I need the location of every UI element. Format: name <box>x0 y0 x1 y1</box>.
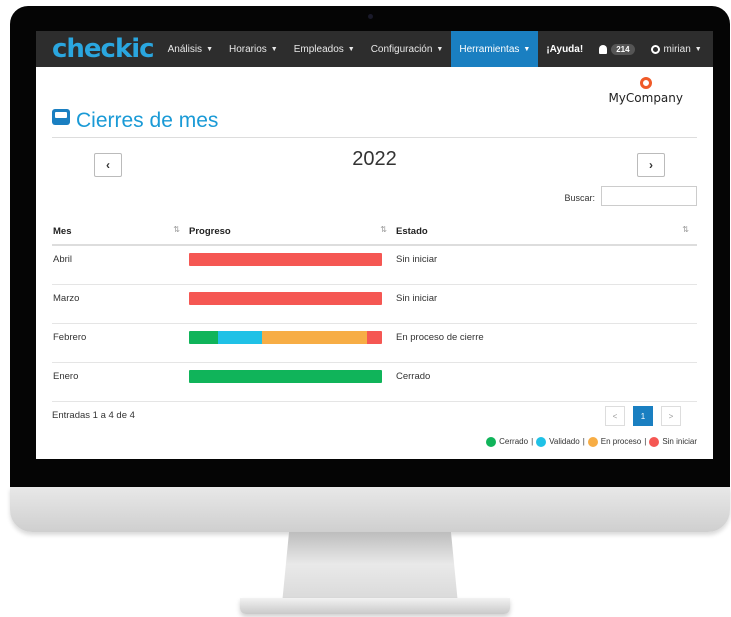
nav-item-configuracion[interactable]: Configuración ▼ <box>363 31 452 67</box>
caret-down-icon: ▼ <box>270 45 278 53</box>
sort-icon: ⇅ <box>380 225 387 234</box>
cell-mes: Febrero <box>52 323 188 363</box>
monitor-base <box>240 598 510 614</box>
caret-down-icon: ▼ <box>523 45 531 53</box>
caret-down-icon: ▼ <box>206 45 213 53</box>
caret-down-icon: ▼ <box>347 45 355 53</box>
cell-mes: Marzo <box>52 284 188 324</box>
nav-item-analisis[interactable]: Análisis ▼ <box>160 31 221 67</box>
user-icon <box>650 44 660 54</box>
progress-segment-sin_iniciar <box>366 330 382 344</box>
user-menu[interactable]: mirian ▼ <box>643 31 710 67</box>
months-table: Mes ⇅ Progreso ⇅ Estado ⇅ Abril Sin iniciar M… <box>52 218 697 402</box>
legend-separator: | <box>582 437 585 446</box>
progress-bar <box>189 291 382 305</box>
camera-dot <box>368 14 373 19</box>
sort-icon: ⇅ <box>173 225 180 234</box>
legend-separator: | <box>531 437 534 446</box>
navbar: checkic Análisis ▼ Horarios ▼ Empleados ▼ C… <box>36 31 713 67</box>
cell-progreso <box>188 323 395 363</box>
page-header: Cierres de mes MyCompany <box>52 67 697 138</box>
legend-dot-icon <box>649 436 660 447</box>
nav-item-herramientas[interactable]: Herramientas ▼ <box>451 31 539 67</box>
table-row[interactable]: Enero Cerrado <box>52 362 697 402</box>
nav-item-horarios[interactable]: Horarios ▼ <box>221 31 286 67</box>
table-row[interactable]: Febrero En proceso de cierre <box>52 323 697 363</box>
legend-label: Sin iniciar <box>662 437 697 446</box>
app-logo[interactable]: checkic <box>52 31 155 67</box>
notifications-button[interactable]: 214 <box>591 31 642 67</box>
cell-progreso <box>188 284 395 324</box>
legend-dot-icon <box>536 436 547 447</box>
table-row[interactable]: Marzo Sin iniciar <box>52 284 697 324</box>
search-row: Buscar: <box>52 186 697 216</box>
progress-segment-cerrado <box>189 330 218 344</box>
screen: checkic Análisis ▼ Horarios ▼ Empleados ▼ C… <box>36 31 713 459</box>
table-footer: Entradas 1 a 4 de 4 < 1 > Cerrado | Valida… <box>52 402 697 460</box>
year-label: 2022 <box>352 148 397 170</box>
search-label: Buscar: <box>564 193 595 203</box>
caret-down-icon: ▼ <box>436 45 444 53</box>
legend-dot-icon <box>486 436 497 447</box>
next-year-button[interactable]: › <box>637 153 665 177</box>
legend-label: Cerrado <box>499 437 529 446</box>
progress-segment-cerrado <box>189 369 382 383</box>
monitor-stand <box>282 532 458 604</box>
company-logo: MyCompany <box>608 77 683 107</box>
notifications-badge: 214 <box>611 43 635 55</box>
page-title: Cierres de mes <box>76 109 219 132</box>
table-row[interactable]: Abril Sin iniciar <box>52 245 697 285</box>
pager-prev-button[interactable]: < <box>605 405 625 426</box>
column-header-estado[interactable]: Estado ⇅ <box>395 218 697 246</box>
progress-bar <box>189 369 382 383</box>
entries-info: Entradas 1 a 4 de 4 <box>52 409 135 421</box>
year-selector: ‹ 2022 › <box>52 138 697 178</box>
progress-segment-validado <box>217 330 263 344</box>
progress-bar <box>189 330 382 344</box>
cell-estado: En proceso de cierre <box>395 323 697 363</box>
pagination: < 1 > <box>605 405 681 426</box>
legend-label: En proceso <box>600 437 642 446</box>
nav-item-empleados[interactable]: Empleados ▼ <box>286 31 363 67</box>
legend-dot-icon <box>587 436 598 447</box>
caret-down-icon: ▼ <box>694 45 702 53</box>
pager-next-button[interactable]: > <box>661 405 681 426</box>
column-header-progreso[interactable]: Progreso ⇅ <box>188 218 395 246</box>
legend-label: Validado <box>549 437 580 446</box>
cell-progreso <box>188 245 395 285</box>
company-name: MyCompany <box>608 91 683 105</box>
cell-mes: Enero <box>52 362 188 402</box>
pager-page-1[interactable]: 1 <box>633 405 653 426</box>
nav-item-ayuda[interactable]: ¡Ayuda! <box>538 31 591 67</box>
bell-icon <box>599 44 608 54</box>
cell-estado: Cerrado <box>395 362 697 402</box>
status-legend: Cerrado | Validado | En proceso | Sin iniciar <box>486 436 697 447</box>
swirl-icon <box>639 77 652 89</box>
progress-segment-sin_iniciar <box>189 291 382 305</box>
inbox-icon <box>52 109 70 125</box>
cell-mes: Abril <box>52 245 188 285</box>
monitor-chin <box>10 487 730 532</box>
sort-icon: ⇅ <box>682 225 689 234</box>
progress-bar <box>189 253 382 266</box>
search-input[interactable] <box>601 186 697 206</box>
cell-estado: Sin iniciar <box>395 284 697 324</box>
column-header-mes[interactable]: Mes ⇅ <box>52 218 188 246</box>
cell-progreso <box>188 362 395 402</box>
main-content: Cierres de mes MyCompany ‹ 2022 › Buscar… <box>36 67 713 459</box>
cell-estado: Sin iniciar <box>395 245 697 285</box>
legend-separator: | <box>644 437 647 446</box>
progress-segment-sin_iniciar <box>189 253 382 266</box>
progress-segment-en_proceso <box>262 330 367 344</box>
